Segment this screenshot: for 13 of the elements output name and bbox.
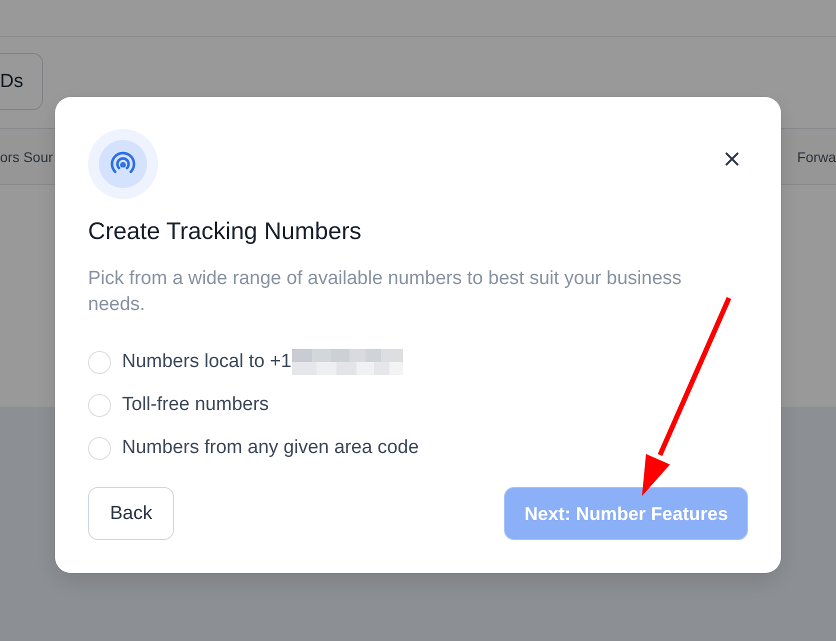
option-label[interactable]: Toll-free numbers bbox=[122, 394, 269, 416]
toolbar-button[interactable]: Ds bbox=[0, 53, 44, 110]
column-heading: Forwa bbox=[797, 148, 836, 164]
column-heading: ors Sour bbox=[0, 148, 53, 164]
option-label[interactable]: Numbers from any given area code bbox=[122, 437, 419, 459]
radio-button[interactable] bbox=[88, 436, 111, 460]
radio-button[interactable] bbox=[88, 350, 111, 374]
broadcast-icon bbox=[88, 129, 158, 199]
back-button[interactable]: Back bbox=[88, 487, 174, 540]
dialog-title: Create Tracking Numbers bbox=[88, 217, 362, 247]
dialog-description: Pick from a wide range of available numbers to best suit your business needs. bbox=[88, 267, 683, 317]
option-label[interactable]: Numbers local to +1 bbox=[122, 351, 292, 373]
radio-button[interactable] bbox=[88, 394, 111, 416]
